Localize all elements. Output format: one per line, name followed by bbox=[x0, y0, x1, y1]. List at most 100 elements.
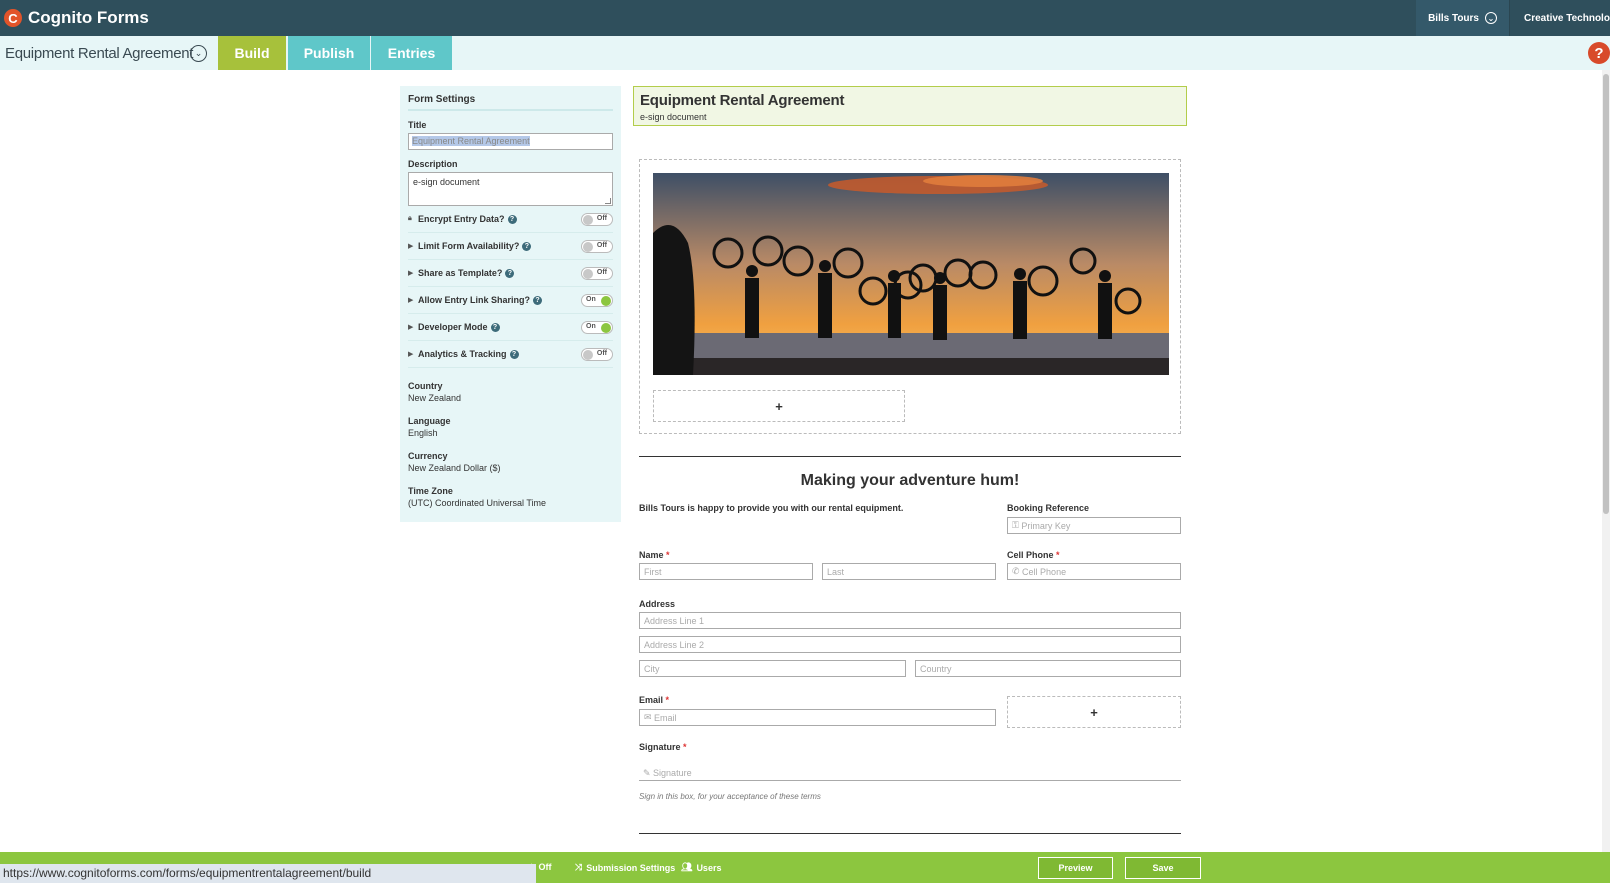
section-divider bbox=[639, 456, 1181, 457]
help-question-icon[interactable]: ? bbox=[507, 214, 517, 224]
option-label: Analytics & Tracking bbox=[418, 349, 507, 359]
preview-button[interactable]: Preview bbox=[1038, 857, 1113, 879]
key-icon: ⚿ bbox=[1012, 520, 1022, 530]
toggle-limit-form-availability[interactable]: Off bbox=[581, 239, 613, 253]
app-logo[interactable]: C Cognito Forms bbox=[0, 0, 149, 36]
currency-value[interactable]: New Zealand Dollar ($) bbox=[408, 463, 613, 473]
form-header[interactable]: Equipment Rental Agreement e-sign docume… bbox=[633, 86, 1187, 126]
cognito-logo-icon: C bbox=[4, 9, 22, 27]
bikers-sunset-image bbox=[653, 173, 1169, 375]
option-analytics-tracking[interactable]: ▶ Analytics & Tracking ? Off bbox=[408, 341, 613, 368]
option-label: Allow Entry Link Sharing? bbox=[418, 295, 531, 305]
form-header-description: e-sign document bbox=[640, 112, 707, 122]
help-icon[interactable]: ? bbox=[1588, 42, 1610, 64]
description-textarea[interactable]: e-sign document bbox=[408, 172, 613, 206]
help-question-icon[interactable]: ? bbox=[509, 349, 519, 359]
toggle-analytics-tracking[interactable]: Off bbox=[581, 347, 613, 361]
form-menu-chevron-icon[interactable]: ⌄ bbox=[190, 44, 207, 62]
expand-arrow-icon[interactable]: ▶ bbox=[408, 350, 418, 358]
shuffle-icon: ⤨ bbox=[575, 862, 583, 872]
submission-settings-button[interactable]: ⤨ Submission Settings bbox=[575, 862, 675, 873]
help-question-icon[interactable]: ? bbox=[533, 295, 543, 305]
description-label: Description bbox=[408, 159, 458, 169]
image-section[interactable]: + bbox=[639, 159, 1181, 434]
name-label: Name * bbox=[639, 550, 670, 560]
envelope-icon: ✉ bbox=[644, 712, 655, 722]
toggle-allow-entry-link-sharing[interactable]: On bbox=[581, 293, 613, 307]
title-input[interactable]: Equipment Rental Agreement bbox=[408, 133, 613, 150]
option-share-as-template[interactable]: ▶ Share as Template? ? Off bbox=[408, 260, 613, 287]
tab-entries[interactable]: Entries bbox=[371, 36, 452, 70]
top-navigation-bar: C Cognito Forms Bills Tours ⌄ Creative T… bbox=[0, 0, 1610, 36]
expand-arrow-icon[interactable]: ▶ bbox=[408, 296, 418, 304]
cell-phone-label: Cell Phone * bbox=[1007, 550, 1060, 560]
country-label: Country bbox=[408, 381, 443, 391]
country-field[interactable]: Country bbox=[915, 660, 1181, 677]
users-icon: 👥︎ bbox=[681, 862, 693, 872]
toggle-share-as-template[interactable]: Off bbox=[581, 266, 613, 280]
organization-name-label: Creative Technology bbox=[1524, 12, 1610, 24]
help-question-icon[interactable]: ? bbox=[522, 241, 532, 251]
title-input-value: Equipment Rental Agreement bbox=[412, 136, 530, 146]
email-field[interactable]: ✉ Email bbox=[639, 709, 996, 726]
account-area: Bills Tours ⌄ Creative Technology bbox=[1416, 0, 1610, 36]
toggle-developer-mode[interactable]: On bbox=[581, 320, 613, 334]
users-button[interactable]: 👥︎ Users bbox=[681, 862, 721, 873]
last-name-field[interactable]: Last bbox=[822, 563, 996, 580]
status-url: https://www.cognitoforms.com/forms/equip… bbox=[0, 864, 536, 883]
first-name-field[interactable]: First bbox=[639, 563, 813, 580]
option-allow-entry-link-sharing[interactable]: ▶ Allow Entry Link Sharing? ? On bbox=[408, 287, 613, 314]
form-title: Equipment Rental Agreement bbox=[5, 44, 194, 62]
email-label: Email * bbox=[639, 695, 670, 705]
language-value[interactable]: English bbox=[408, 428, 613, 438]
option-label: Limit Form Availability? bbox=[418, 241, 520, 251]
timezone-value[interactable]: (UTC) Coordinated Universal Time bbox=[408, 498, 613, 508]
booking-reference-field[interactable]: ⚿ Primary Key bbox=[1007, 517, 1181, 534]
cell-phone-field[interactable]: ✆ Cell Phone bbox=[1007, 563, 1181, 580]
option-developer-mode[interactable]: ▶ Developer Mode ? On bbox=[408, 314, 613, 341]
add-field-button[interactable]: + bbox=[653, 390, 905, 422]
pen-icon: ✎ bbox=[643, 768, 654, 778]
option-encrypt-entry-data[interactable]: 🔒︎ Encrypt Entry Data? ? Off bbox=[408, 206, 613, 233]
booking-reference-label: Booking Reference bbox=[1007, 503, 1090, 513]
form-settings-heading: Form Settings bbox=[408, 94, 613, 111]
organization-name[interactable]: Creative Technology bbox=[1510, 0, 1610, 36]
save-button[interactable]: Save bbox=[1125, 857, 1201, 879]
option-label: Share as Template? bbox=[418, 268, 503, 278]
expand-arrow-icon[interactable]: ▶ bbox=[408, 242, 418, 250]
add-field-button-small[interactable]: + bbox=[1007, 696, 1181, 728]
address-line-1-field[interactable]: Address Line 1 bbox=[639, 612, 1181, 629]
city-field[interactable]: City bbox=[639, 660, 906, 677]
signature-label: Signature * bbox=[639, 742, 687, 752]
form-settings-panel: Form Settings Title Equipment Rental Agr… bbox=[400, 86, 621, 522]
scrollbar-thumb[interactable] bbox=[1603, 74, 1609, 514]
signature-help-text: Sign in this box, for your acceptance of… bbox=[639, 792, 821, 801]
form-toolbar: Equipment Rental Agreement ⌄ Build Publi… bbox=[0, 36, 1610, 70]
header-photo[interactable] bbox=[653, 173, 1169, 375]
app-name: Cognito Forms bbox=[28, 8, 149, 27]
section-heading: Making your adventure hum! bbox=[800, 472, 1020, 489]
country-value[interactable]: New Zealand bbox=[408, 393, 613, 403]
section-divider bbox=[639, 833, 1181, 834]
expand-arrow-icon[interactable]: ▶ bbox=[408, 323, 418, 331]
intro-text: Bills Tours is happy to provide you with… bbox=[639, 503, 904, 513]
title-label: Title bbox=[408, 120, 427, 130]
tab-publish[interactable]: Publish bbox=[288, 36, 370, 70]
address-label: Address bbox=[639, 599, 676, 609]
toggle-encrypt-entry-data[interactable]: Off bbox=[581, 212, 613, 226]
organization-switcher[interactable]: Bills Tours ⌄ bbox=[1416, 0, 1510, 36]
resize-grip-icon[interactable] bbox=[605, 198, 611, 204]
option-limit-form-availability[interactable]: ▶ Limit Form Availability? ? Off bbox=[408, 233, 613, 260]
help-question-icon[interactable]: ? bbox=[490, 322, 500, 332]
expand-arrow-icon[interactable]: ▶ bbox=[408, 269, 418, 277]
help-question-icon[interactable]: ? bbox=[505, 268, 515, 278]
language-label: Language bbox=[408, 416, 451, 426]
description-value: e-sign document bbox=[413, 177, 480, 187]
page-scrollbar[interactable] bbox=[1602, 70, 1610, 852]
timezone-label: Time Zone bbox=[408, 486, 453, 496]
tab-build[interactable]: Build bbox=[218, 36, 286, 70]
signature-field[interactable]: ✎ Signature bbox=[639, 762, 1181, 781]
organization-switcher-label: Bills Tours bbox=[1428, 12, 1479, 24]
lock-icon: 🔒︎ bbox=[408, 215, 412, 222]
address-line-2-field[interactable]: Address Line 2 bbox=[639, 636, 1181, 653]
